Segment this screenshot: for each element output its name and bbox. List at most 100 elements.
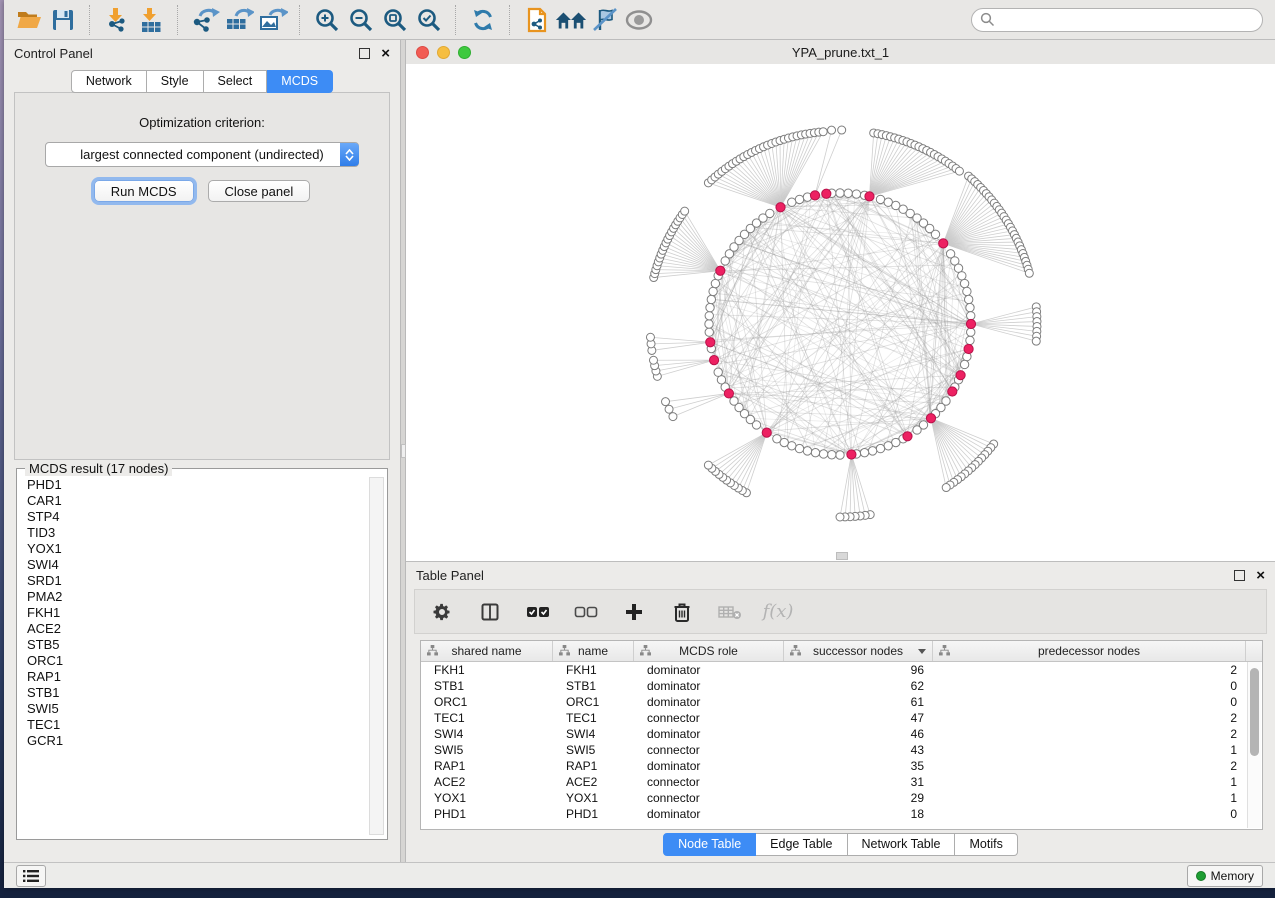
sort-indicator-icon[interactable] — [918, 649, 926, 654]
mcds-result-title: MCDS result (17 nodes) — [25, 461, 172, 476]
add-column-icon[interactable] — [621, 597, 647, 627]
table-cell: SWI5 — [553, 743, 634, 757]
table-cell: TEC1 — [421, 711, 553, 725]
mcds-result-item[interactable]: SWI4 — [27, 557, 367, 573]
tab-network[interactable]: Network — [71, 70, 147, 93]
table-cell: TEC1 — [553, 711, 634, 725]
table-cell: SWI4 — [421, 727, 553, 741]
task-history-button[interactable] — [16, 865, 46, 887]
zoom-selected-icon[interactable] — [412, 4, 446, 36]
tab-motifs[interactable]: Motifs — [955, 833, 1017, 856]
table-cell: 35 — [784, 759, 933, 773]
close-table-panel-icon[interactable]: × — [1256, 568, 1265, 583]
new-network-from-selection-icon[interactable] — [520, 4, 554, 36]
horizontal-splitter-handle[interactable] — [836, 552, 848, 560]
float-table-panel-icon[interactable] — [1234, 570, 1245, 581]
table-row[interactable]: TEC1TEC1connector472 — [421, 710, 1262, 726]
show-all-icon[interactable] — [622, 4, 656, 36]
close-panel-icon[interactable]: × — [381, 46, 390, 61]
function-builder-icon[interactable]: f(x) — [765, 597, 791, 627]
mcds-result-item[interactable]: PHD1 — [27, 477, 367, 493]
mcds-result-item[interactable]: SRD1 — [27, 573, 367, 589]
network-graph[interactable] — [406, 64, 1275, 561]
mcds-result-item[interactable]: SWI5 — [27, 701, 367, 717]
search-icon — [980, 12, 995, 27]
table-row[interactable]: ACE2ACE2connector311 — [421, 774, 1262, 790]
mcds-result-scrollbar[interactable] — [369, 477, 384, 835]
network-canvas[interactable] — [406, 64, 1275, 561]
optimization-criterion-label: Optimization criterion: — [15, 115, 389, 130]
tab-mcds[interactable]: MCDS — [267, 70, 333, 93]
table-row[interactable]: SWI4SWI4dominator462 — [421, 726, 1262, 742]
table-panel: Table Panel × — [406, 561, 1275, 860]
mcds-result-item[interactable]: PMA2 — [27, 589, 367, 605]
optimization-criterion-select[interactable]: largest connected component (undirected) — [45, 142, 359, 167]
export-network-icon[interactable] — [188, 4, 222, 36]
import-table-icon[interactable] — [134, 4, 168, 36]
open-file-icon[interactable] — [12, 4, 46, 36]
float-panel-icon[interactable] — [359, 48, 370, 59]
table-row[interactable]: YOX1YOX1connector291 — [421, 790, 1262, 806]
export-image-icon[interactable] — [256, 4, 290, 36]
table-row[interactable]: ORC1ORC1dominator610 — [421, 694, 1262, 710]
mcds-result-list[interactable]: PHD1CAR1STP4TID3YOX1SWI4SRD1PMA2FKH1ACE2… — [21, 477, 367, 835]
toolbar-separator — [299, 5, 301, 35]
save-session-icon[interactable] — [46, 4, 80, 36]
mcds-result-item[interactable]: FKH1 — [27, 605, 367, 621]
split-panel-icon[interactable] — [477, 597, 503, 627]
export-table-icon[interactable] — [222, 4, 256, 36]
delete-table-icon[interactable] — [717, 597, 743, 627]
tab-node-table[interactable]: Node Table — [663, 833, 756, 856]
first-neighbors-icon[interactable] — [554, 4, 588, 36]
mcds-result-item[interactable]: STP4 — [27, 509, 367, 525]
hide-selected-icon[interactable] — [588, 4, 622, 36]
import-network-icon[interactable] — [100, 4, 134, 36]
mcds-result-item[interactable]: RAP1 — [27, 669, 367, 685]
mcds-result-item[interactable]: GCR1 — [27, 733, 367, 749]
table-row[interactable]: RAP1RAP1dominator352 — [421, 758, 1262, 774]
table-scrollbar[interactable] — [1247, 662, 1261, 828]
tab-select[interactable]: Select — [204, 70, 268, 93]
table-cell: dominator — [634, 807, 784, 821]
column-header-name[interactable]: name — [553, 641, 634, 661]
column-header-shared-name[interactable]: shared name — [421, 641, 553, 661]
tab-edge-table[interactable]: Edge Table — [756, 833, 847, 856]
mcds-result-item[interactable]: TID3 — [27, 525, 367, 541]
table-cell: dominator — [634, 695, 784, 709]
table-row[interactable]: FKH1FKH1dominator962 — [421, 662, 1262, 678]
mcds-result-item[interactable]: YOX1 — [27, 541, 367, 557]
memory-button[interactable]: Memory — [1187, 865, 1263, 887]
table-cell: dominator — [634, 759, 784, 773]
delete-column-icon[interactable] — [669, 597, 695, 627]
table-row[interactable]: SWI5SWI5connector431 — [421, 742, 1262, 758]
deselect-all-rows-icon[interactable] — [573, 597, 599, 627]
close-panel-button[interactable]: Close panel — [208, 180, 311, 202]
mcds-result-item[interactable]: STB1 — [27, 685, 367, 701]
zoom-fit-icon[interactable] — [378, 4, 412, 36]
table-row[interactable]: PHD1PHD1dominator180 — [421, 806, 1262, 822]
table-scrollbar-thumb[interactable] — [1250, 668, 1259, 756]
column-header-MCDS-role[interactable]: MCDS role — [634, 641, 784, 661]
column-header-successor-nodes[interactable]: successor nodes — [784, 641, 933, 661]
mcds-result-item[interactable]: ORC1 — [27, 653, 367, 669]
table-cell: dominator — [634, 663, 784, 677]
select-all-rows-icon[interactable] — [525, 597, 551, 627]
tab-style[interactable]: Style — [147, 70, 204, 93]
table-settings-icon[interactable] — [429, 597, 455, 627]
column-header-predecessor-nodes[interactable]: predecessor nodes — [933, 641, 1246, 661]
toolbar-separator — [455, 5, 457, 35]
refresh-view-icon[interactable] — [466, 4, 500, 36]
mcds-result-item[interactable]: STB5 — [27, 637, 367, 653]
mcds-result-item[interactable]: CAR1 — [27, 493, 367, 509]
search-input[interactable] — [995, 12, 1254, 28]
main-toolbar — [4, 0, 1275, 40]
run-mcds-button[interactable]: Run MCDS — [94, 180, 194, 202]
search-box[interactable] — [971, 8, 1263, 32]
mcds-result-item[interactable]: ACE2 — [27, 621, 367, 637]
zoom-out-icon[interactable] — [344, 4, 378, 36]
table-cell: 2 — [933, 759, 1246, 773]
tab-network-table[interactable]: Network Table — [848, 833, 956, 856]
mcds-result-item[interactable]: TEC1 — [27, 717, 367, 733]
zoom-in-icon[interactable] — [310, 4, 344, 36]
table-row[interactable]: STB1STB1dominator620 — [421, 678, 1262, 694]
